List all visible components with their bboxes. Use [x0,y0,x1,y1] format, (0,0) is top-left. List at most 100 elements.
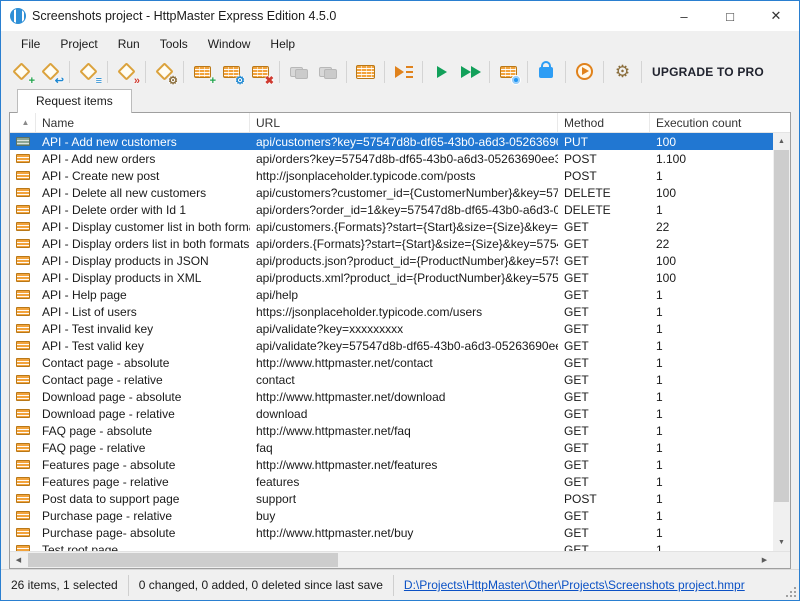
row-execution-count: 100 [650,184,773,201]
execute-project-button[interactable] [390,58,417,85]
column-header-method[interactable]: Method [558,113,650,132]
table-row[interactable]: API - Delete order with Id 1 api/orders?… [10,201,773,218]
close-button[interactable]: ✕ [753,1,799,31]
row-name: FAQ page - relative [36,439,250,456]
tab-request-items[interactable]: Request items [17,89,132,113]
table-row[interactable]: FAQ page - absolute http://www.httpmaste… [10,422,773,439]
row-name: API - Display orders list in both format… [36,235,250,252]
vertical-scrollbar[interactable]: ▲ ▼ [773,133,790,551]
table-row[interactable]: Purchase page - relative buy GET 1 [10,507,773,524]
row-icon-cell [10,286,36,303]
row-method: PUT [558,133,650,150]
new-project-button[interactable]: + [8,58,35,85]
row-url: api/products.xml?product_id={ProductNumb… [250,269,558,286]
scroll-right-icon[interactable]: ▶ [756,552,773,568]
menu-run[interactable]: Run [108,33,150,55]
table-row[interactable]: Contact page - absolute http://www.httpm… [10,354,773,371]
options-button[interactable]: ⚙ [609,58,636,85]
table-row[interactable]: Post data to support page support POST 1 [10,490,773,507]
row-icon-cell [10,473,36,490]
tab-strip: Request items [1,87,799,112]
toolbar-separator [422,61,423,83]
row-icon-cell [10,320,36,337]
table-row[interactable]: Download page - absolute http://www.http… [10,388,773,405]
scroll-up-icon[interactable]: ▲ [773,133,790,150]
recent-projects-button[interactable]: ≡ [75,58,102,85]
horizontal-scrollbar[interactable]: ◀ ▶ [10,551,790,568]
table-row[interactable]: API - Test invalid key api/validate?key=… [10,320,773,337]
row-method: GET [558,252,650,269]
execution-history-button[interactable] [495,58,522,85]
menu-project[interactable]: Project [50,33,107,55]
new-project-button-badge-icon: + [29,76,35,86]
project-path-link[interactable]: D:\Projects\HttpMaster\Other\Projects\Sc… [394,578,755,592]
table-row[interactable]: Purchase page- absolute http://www.httpm… [10,524,773,541]
execute-all-items-button[interactable] [457,58,484,85]
table-row[interactable]: API - Help page api/help GET 1 [10,286,773,303]
request-item-icon [16,477,30,486]
column-header-url[interactable]: URL [250,113,558,132]
minimize-button[interactable]: – [661,1,707,31]
table-row[interactable]: API - Add new orders api/orders?key=5754… [10,150,773,167]
menu-help[interactable]: Help [260,33,305,55]
row-url: api/customers.{Formats}?start={Start}&si… [250,218,558,235]
add-request-item-button[interactable]: + [189,58,216,85]
delete-request-item-button[interactable]: ✖ [247,58,274,85]
execute-item-button[interactable] [428,58,455,85]
resize-grip[interactable] [784,585,798,599]
row-method: GET [558,507,650,524]
row-name: API - Test invalid key [36,320,250,337]
row-icon-cell [10,456,36,473]
status-bar: 26 items, 1 selected 0 changed, 0 added,… [1,569,799,600]
row-name: Contact page - relative [36,371,250,388]
request-item-icon [16,188,30,197]
table-row[interactable]: API - Delete all new customers api/custo… [10,184,773,201]
table-viewport: API - Add new customers api/customers?ke… [10,133,790,551]
column-header-execution-count[interactable]: Execution count [650,113,790,132]
table-row[interactable]: FAQ page - relative faq GET 1 [10,439,773,456]
request-item-icon [16,511,30,520]
table-row[interactable]: Contact page - relative contact GET 1 [10,371,773,388]
open-project-button[interactable]: ↩ [37,58,64,85]
table-row[interactable]: API - List of users https://jsonplacehol… [10,303,773,320]
request-data-button[interactable] [352,58,379,85]
vertical-scroll-thumb[interactable] [774,150,789,502]
playlist-execution-button[interactable] [571,58,598,85]
menu-file[interactable]: File [11,33,50,55]
edit-request-item-button[interactable]: ⚙ [218,58,245,85]
request-item-icon [16,528,30,537]
row-name: API - Add new orders [36,150,250,167]
row-method: POST [558,150,650,167]
table-row[interactable]: API - Display products in XML api/produc… [10,269,773,286]
column-header-name[interactable]: Name [36,113,250,132]
table-row[interactable]: API - Add new customers api/customers?ke… [10,133,773,150]
request-item-icon [16,205,30,214]
row-url: api/products.json?product_id={ProductNum… [250,252,558,269]
horizontal-scroll-thumb[interactable] [28,553,338,567]
close-project-button[interactable]: » [113,58,140,85]
menu-tools[interactable]: Tools [150,33,198,55]
menu-window[interactable]: Window [198,33,261,55]
request-item-icon [16,256,30,265]
row-name: API - Delete all new customers [36,184,250,201]
row-execution-count: 1.100 [650,150,773,167]
table-row[interactable]: API - Display orders list in both format… [10,235,773,252]
table-row[interactable]: API - Display products in JSON api/produ… [10,252,773,269]
table-row[interactable]: Features page - absolute http://www.http… [10,456,773,473]
table-row[interactable]: API - Display customer list in both form… [10,218,773,235]
table-row[interactable]: Features page - relative features GET 1 [10,473,773,490]
table-header: ▲ Name URL Method Execution count [10,113,790,133]
menu-bar: FileProjectRunToolsWindowHelp [1,31,799,56]
table-row[interactable]: Download page - relative download GET 1 [10,405,773,422]
upgrade-to-pro-label[interactable]: UPGRADE TO PRO [652,65,764,79]
scroll-left-icon[interactable]: ◀ [10,552,27,568]
scroll-down-icon[interactable]: ▼ [773,534,790,551]
table-row[interactable]: API - Create new post http://jsonplaceho… [10,167,773,184]
project-properties-button[interactable]: ⚙ [151,58,178,85]
security-lock-button[interactable] [533,58,560,85]
table-row[interactable]: API - Test valid key api/validate?key=57… [10,337,773,354]
request-item-icon [16,392,30,401]
maximize-button[interactable]: □ [707,1,753,31]
table-row[interactable]: Test root page GET 1 [10,541,773,551]
row-execution-count: 1 [650,541,773,551]
